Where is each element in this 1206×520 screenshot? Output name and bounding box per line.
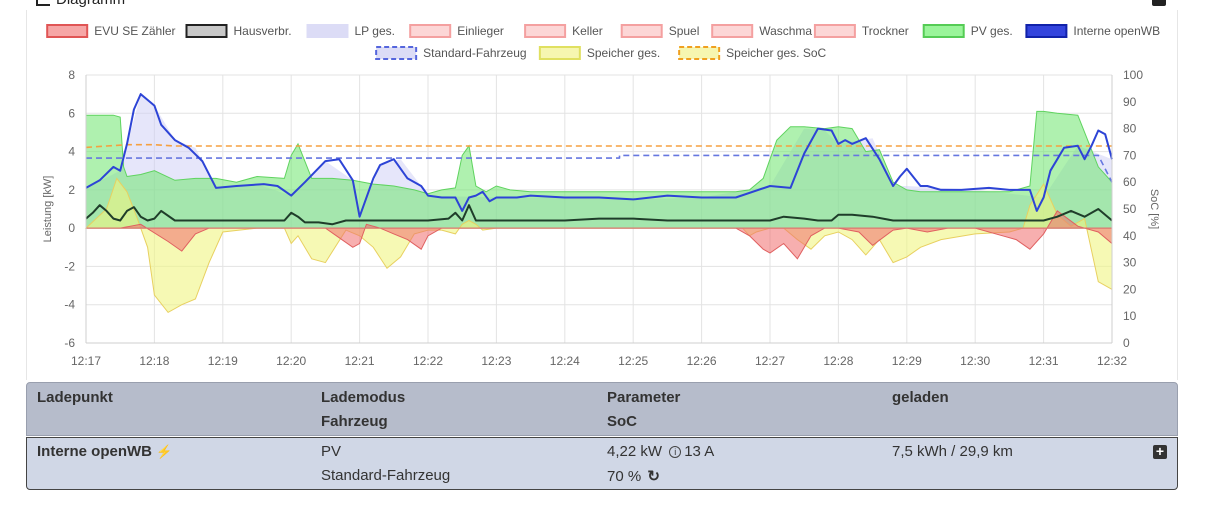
power-value: 4,22 kW xyxy=(607,443,663,460)
x-tick-label: 12:18 xyxy=(139,354,169,368)
x-tick-label: 12:23 xyxy=(481,354,511,368)
expand-button[interactable]: + xyxy=(1153,444,1167,459)
legend-swatch xyxy=(922,24,965,38)
y-right-tick-label: 60 xyxy=(1123,175,1137,189)
charge-mode[interactable]: PV xyxy=(321,443,341,460)
y-right-tick-label: 90 xyxy=(1123,95,1137,109)
y-left-tick-label: 4 xyxy=(68,145,75,159)
info-icon[interactable]: i xyxy=(669,446,682,458)
x-tick-label: 12:19 xyxy=(208,354,238,368)
header-lademodus: Lademodus xyxy=(321,389,406,406)
y-right-tick-label: 100 xyxy=(1123,68,1143,82)
charged-value: 7,5 kWh / 29,9 km xyxy=(892,443,1013,460)
legend-label: Waschma xyxy=(759,24,812,38)
y-right-tick-label: 10 xyxy=(1123,309,1137,323)
legend-label: Trockner xyxy=(862,24,909,38)
legend-swatch xyxy=(409,24,452,38)
x-tick-label: 12:29 xyxy=(892,354,922,368)
y-left-tick-label: 0 xyxy=(68,221,75,235)
power-chart[interactable]: EVU SE Zähler Hausverbr. LP ges. Einlieger K… xyxy=(27,10,1179,380)
series-line-standard-fahrzeug xyxy=(86,154,1113,183)
current-value: 13 A xyxy=(684,443,715,460)
x-tick-label: 12:22 xyxy=(413,354,443,368)
x-tick-label: 12:25 xyxy=(618,354,648,368)
y-left-tick-label: 8 xyxy=(68,68,75,82)
table-header: Ladepunkt Lademodus Fahrzeug Parameter S… xyxy=(26,382,1178,436)
chargepoint-name: Interne openWB ⚡ xyxy=(37,443,172,460)
legend-swatch xyxy=(813,24,856,38)
legend-swatch xyxy=(678,46,721,60)
y-left-tick-label: -2 xyxy=(64,259,75,273)
x-tick-label: 12:21 xyxy=(345,354,375,368)
series-line-speicher-ges-soc xyxy=(85,143,1112,149)
x-tick-label: 12:32 xyxy=(1097,354,1127,368)
header-geladen: geladen xyxy=(892,389,949,406)
legend-swatch xyxy=(375,46,418,60)
legend-swatch xyxy=(524,24,567,38)
y-right-tick-label: 20 xyxy=(1123,282,1137,296)
y-right-tick-label: 40 xyxy=(1123,229,1137,243)
y-right-tick-label: 70 xyxy=(1123,148,1137,162)
y-left-tick-label: 6 xyxy=(68,106,75,120)
y-right-axis-title: SoC [%] xyxy=(1148,189,1160,229)
y-right-tick-label: 30 xyxy=(1123,256,1137,270)
plug-icon: ⚡ xyxy=(156,444,173,459)
chargepoint-name-text: Interne openWB xyxy=(37,443,152,460)
table-row[interactable]: Interne openWB ⚡ PV Standard-Fahrzeug 4,2… xyxy=(26,437,1178,490)
legend-label: EVU SE Zähler xyxy=(94,24,175,38)
y-left-tick-label: 2 xyxy=(68,183,75,197)
x-tick-label: 12:24 xyxy=(550,354,580,368)
legend-label: LP ges. xyxy=(355,24,395,38)
refresh-icon[interactable]: ↻ xyxy=(647,467,660,485)
y-right-tick-label: 50 xyxy=(1123,202,1137,216)
legend-label: Einlieger xyxy=(457,24,504,38)
header-parameter: Parameter xyxy=(607,389,681,406)
y-right-tick-label: 80 xyxy=(1123,122,1137,136)
x-tick-label: 12:31 xyxy=(1029,354,1059,368)
header-ladepunkt: Ladepunkt xyxy=(37,389,113,406)
x-tick-label: 12:27 xyxy=(755,354,785,368)
chart-icon xyxy=(36,0,50,6)
x-tick-label: 12:28 xyxy=(823,354,853,368)
soc-value: 70 % ↻ xyxy=(607,467,660,485)
collapse-button[interactable] xyxy=(1152,0,1166,6)
legend-label: PV ges. xyxy=(971,24,1013,38)
soc-text: 70 % xyxy=(607,468,642,485)
vehicle-name[interactable]: Standard-Fahrzeug xyxy=(321,467,450,484)
legend-swatch xyxy=(620,24,663,38)
y-right-tick-label: 0 xyxy=(1123,336,1130,350)
header-soc: SoC xyxy=(607,413,637,430)
legend-label: Hausverbr. xyxy=(234,24,292,38)
legend-label: Standard-Fahrzeug xyxy=(423,46,526,60)
chart-card: EVU SE Zähler Hausverbr. LP ges. Einlieger K… xyxy=(26,10,1178,380)
legend-swatch xyxy=(185,24,228,38)
parameter-value: 4,22 kW i 13 A xyxy=(607,443,714,460)
legend-label: Speicher ges. SoC xyxy=(726,46,826,60)
chargepoint-table: Ladepunkt Lademodus Fahrzeug Parameter S… xyxy=(26,382,1178,490)
y-left-tick-label: -6 xyxy=(64,336,75,350)
legend-swatch xyxy=(46,24,89,38)
card-title: Diagramm xyxy=(56,0,125,8)
x-tick-label: 12:26 xyxy=(687,354,717,368)
x-tick-label: 12:20 xyxy=(276,354,306,368)
legend-label: Spuel xyxy=(669,24,700,38)
header-fahrzeug: Fahrzeug xyxy=(321,413,388,430)
legend-swatch xyxy=(711,24,754,38)
series-area-pv-ges xyxy=(85,110,1113,229)
x-tick-label: 12:17 xyxy=(71,354,101,368)
chart-card-header: Diagramm xyxy=(26,0,1178,10)
legend-swatch xyxy=(1025,24,1068,38)
legend-label: Interne openWB xyxy=(1073,24,1160,38)
y-left-axis-title: Leistung [kW] xyxy=(42,176,54,243)
legend-label: Keller xyxy=(572,24,603,38)
legend-swatch xyxy=(538,46,581,60)
x-tick-label: 12:30 xyxy=(960,354,990,368)
y-left-tick-label: -4 xyxy=(64,298,75,312)
legend-label: Speicher ges. xyxy=(587,46,660,60)
legend-swatch xyxy=(306,24,349,38)
